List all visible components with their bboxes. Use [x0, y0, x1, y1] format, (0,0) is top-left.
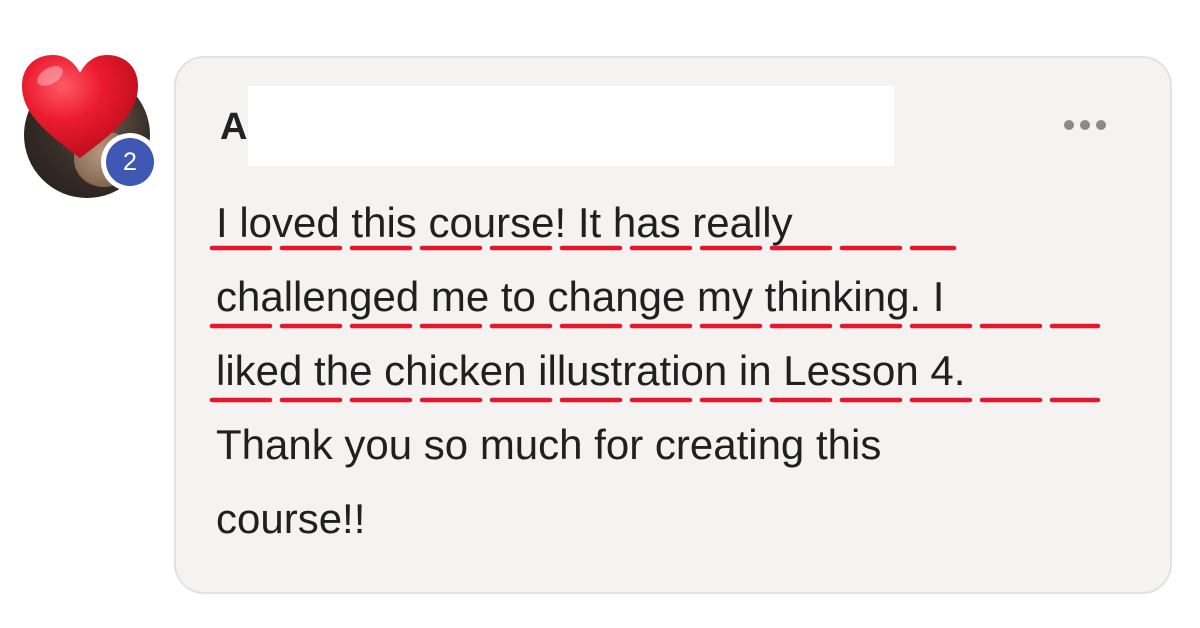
reaction-count: 2 — [106, 138, 154, 186]
redacted-name-block — [248, 86, 894, 166]
comment-thread: 2 A I loved this course! It has really c… — [0, 0, 1200, 628]
more-dot — [1064, 120, 1074, 130]
highlight-underline — [209, 245, 957, 251]
comment-card: A I loved this course! It has really cha… — [174, 56, 1172, 594]
comment-line: course!! — [216, 495, 366, 542]
more-dot — [1096, 120, 1106, 130]
highlight-underline — [209, 397, 1101, 403]
more-options-button[interactable] — [1064, 120, 1106, 130]
comment-line: Thank you so much for creating this — [216, 421, 882, 468]
comment-body: I loved this course! It has really chall… — [216, 186, 1116, 556]
author-name[interactable]: A — [220, 106, 247, 149]
reaction-count-badge: 2 — [101, 133, 159, 191]
more-dot — [1080, 120, 1090, 130]
highlight-underline — [209, 323, 1101, 329]
